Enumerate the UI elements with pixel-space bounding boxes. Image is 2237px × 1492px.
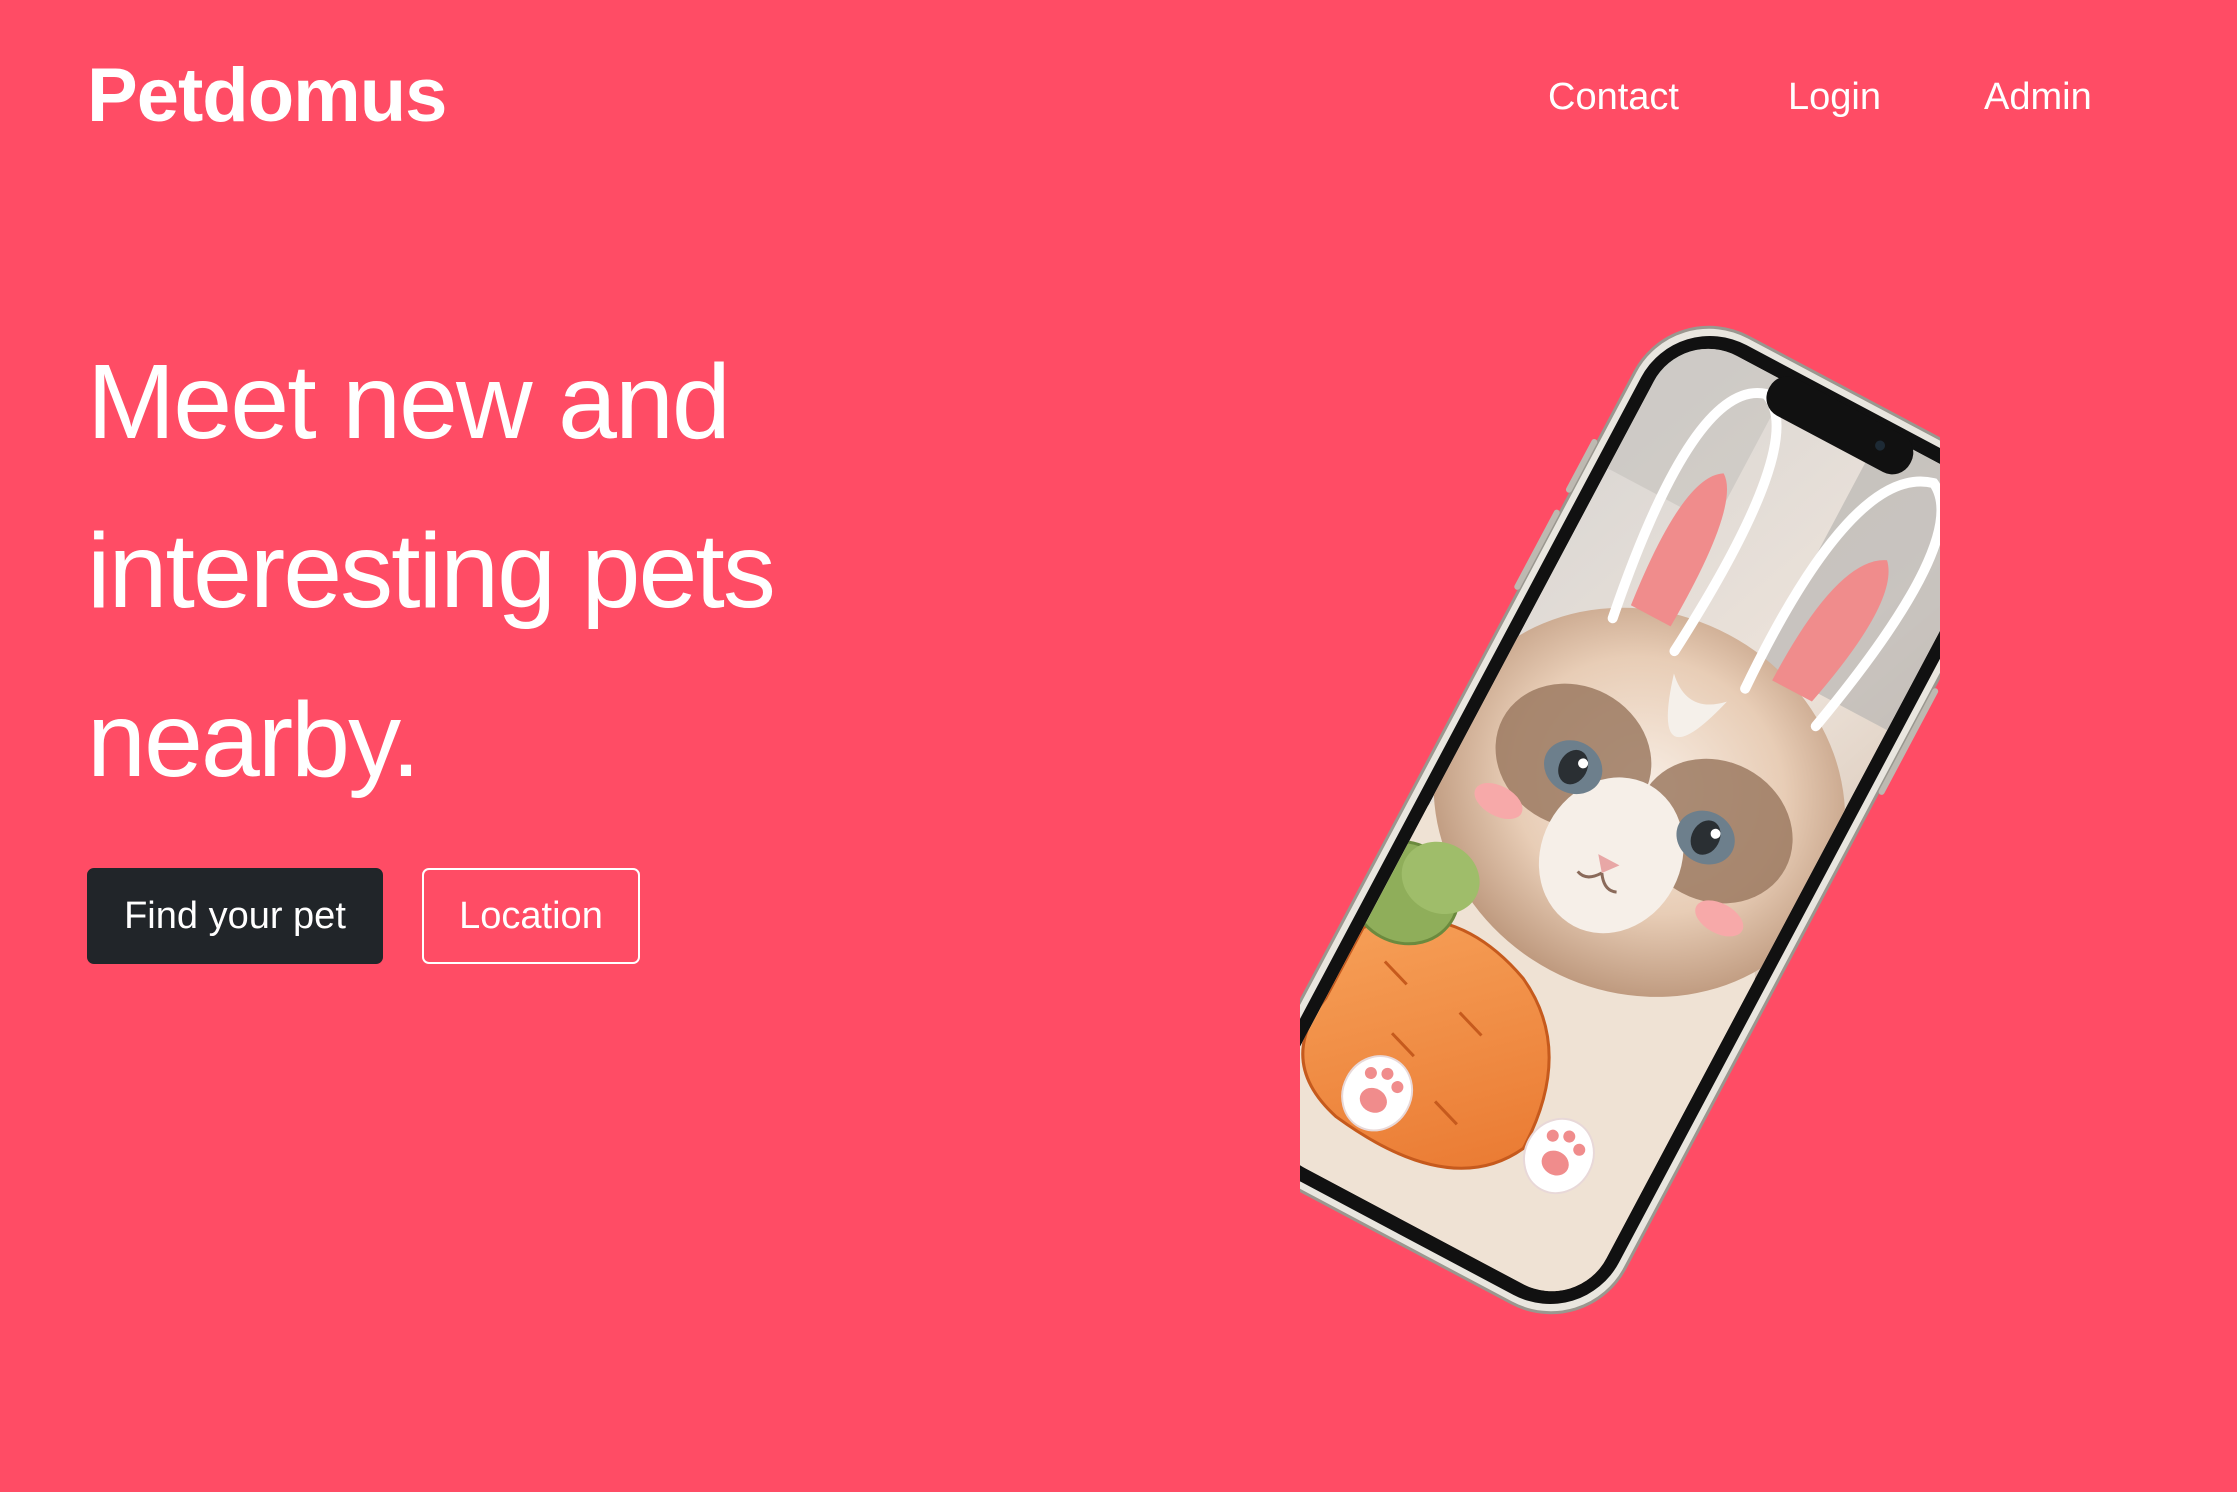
hero-headline: Meet new and interesting pets nearby.	[87, 318, 987, 825]
headline-line-3: nearby.	[87, 681, 421, 799]
headline-line-1: Meet new and	[87, 343, 731, 461]
headline-line-2: interesting pets	[87, 512, 776, 630]
nav-contact-link[interactable]: Contact	[1548, 78, 1679, 116]
nav-login-link[interactable]: Login	[1788, 78, 1881, 116]
phone-with-cat-image	[1249, 325, 2011, 1315]
location-button[interactable]: Location	[422, 868, 640, 964]
find-your-pet-button[interactable]: Find your pet	[87, 868, 383, 964]
brand-logo[interactable]: Petdomus	[87, 58, 447, 134]
hero-buttons: Find your pet Location	[87, 868, 640, 964]
nav-admin-link[interactable]: Admin	[1984, 78, 2092, 116]
phone-illustration	[1249, 260, 2011, 1340]
